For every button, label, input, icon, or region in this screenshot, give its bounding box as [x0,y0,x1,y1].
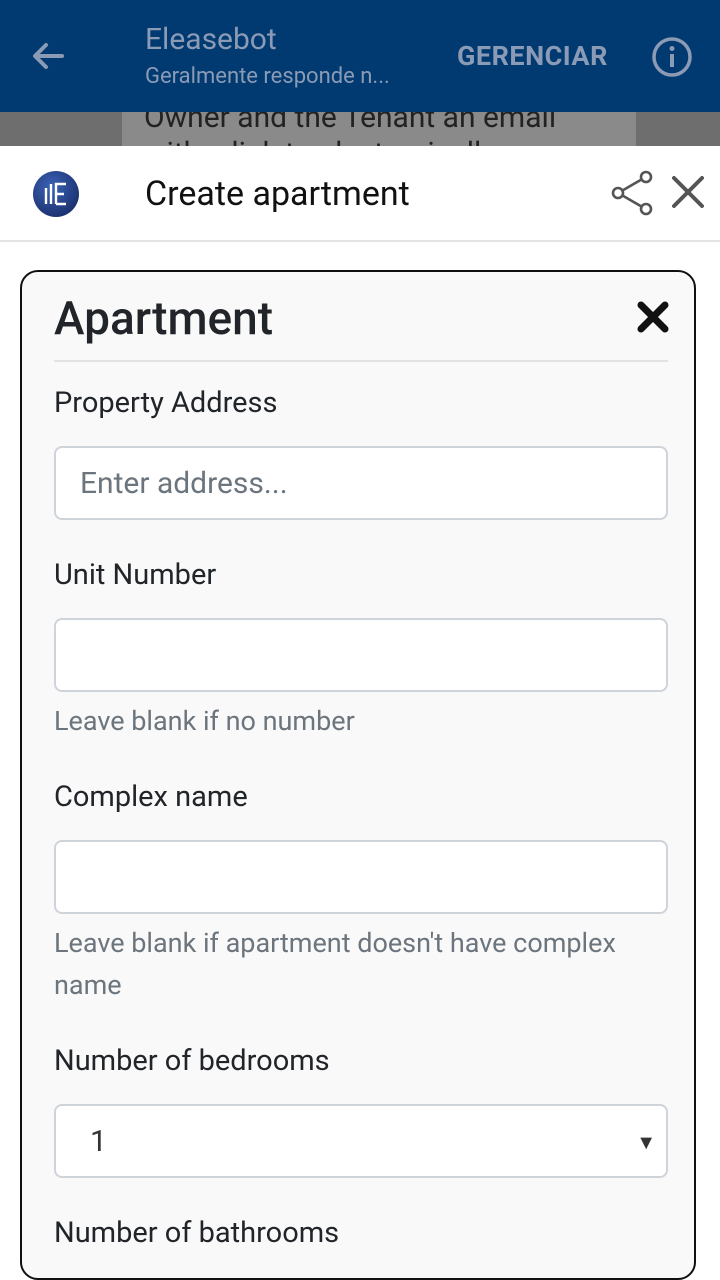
unit-number-input[interactable] [54,618,668,692]
webview-header: Create apartment [0,146,720,242]
webview-title: Create apartment [145,174,410,214]
complex-name-label: Complex name [54,780,248,814]
app-bar: Eleasebot Geralmente responde n... GEREN… [0,0,720,112]
chat-bubble: Owner and the Tenant an email with a lin… [122,112,636,146]
close-form-icon[interactable] [636,300,670,334]
form-title: Apartment [54,292,274,346]
chat-subtitle: Geralmente responde n... [145,64,390,89]
bathrooms-label: Number of bathrooms [54,1216,340,1250]
bedrooms-select[interactable]: 1 ▼ [54,1104,668,1178]
chat-title[interactable]: Eleasebot [145,22,277,57]
apartment-form-card: Apartment Property Address Unit Number L… [20,270,696,1280]
property-address-input[interactable] [54,446,668,520]
background-chat: Owner and the Tenant an email with a lin… [0,112,720,146]
manage-button[interactable]: GERENCIAR [457,40,608,72]
property-address-label: Property Address [54,386,278,420]
divider [54,360,668,362]
share-icon[interactable] [610,170,654,216]
complex-name-input[interactable] [54,840,668,914]
complex-name-help: Leave blank if apartment doesn't have co… [54,927,616,1001]
unit-number-help: Leave blank if no number [54,705,355,737]
unit-number-label: Unit Number [54,558,217,592]
bedrooms-label: Number of bedrooms [54,1044,330,1078]
app-logo-icon [32,170,80,218]
close-icon[interactable] [670,174,706,210]
webview-sheet: Create apartment Apartment Property Addr… [0,146,720,1280]
bedrooms-selected-value: 1 [90,1124,107,1159]
info-icon[interactable] [651,36,693,78]
back-arrow-icon[interactable] [28,36,68,76]
dropdown-arrow-icon: ▼ [636,1130,656,1154]
chat-bubble-line: with a link to electronically [144,132,496,146]
